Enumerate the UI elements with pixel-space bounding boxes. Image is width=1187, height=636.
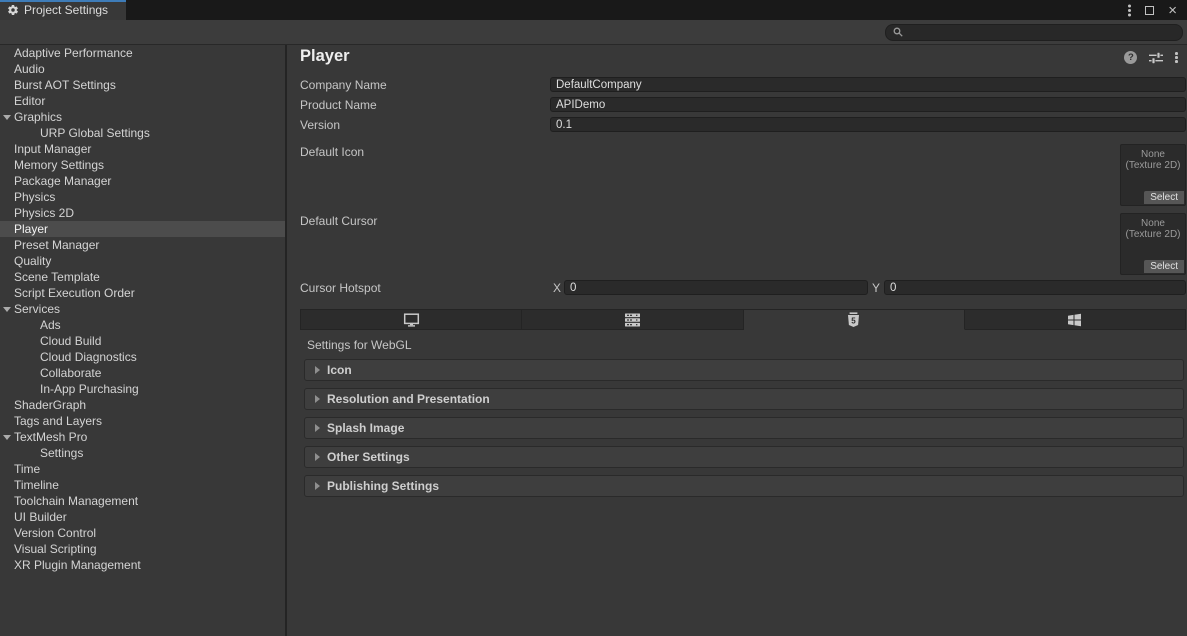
foldout-collapsed-icon [315,482,320,490]
sidebar-item-urp-global-settings[interactable]: URP Global Settings [0,125,285,141]
search-field[interactable] [885,24,1183,41]
window-menu-icon[interactable] [1128,9,1131,12]
html5-webgl-icon: 5 [847,312,860,328]
sidebar-item-cloud-diagnostics[interactable]: Cloud Diagnostics [0,349,285,365]
sidebar-item-quality[interactable]: Quality [0,253,285,269]
sidebar-item-graphics[interactable]: Graphics [0,109,285,125]
window-controls: × [1128,0,1187,20]
platform-tab-bar: 5 [300,309,1186,330]
help-icon[interactable]: ? [1124,51,1137,64]
company-name-label: Company Name [300,78,387,93]
default-cursor-select-button[interactable]: Select [1144,260,1184,273]
sidebar-item-preset-manager[interactable]: Preset Manager [0,237,285,253]
window-tab-project-settings[interactable]: Project Settings [0,0,126,20]
sidebar-item-textmesh-pro[interactable]: TextMesh Pro [0,429,285,445]
sidebar-item-ui-builder[interactable]: UI Builder [0,509,285,525]
desktop-monitor-icon [403,313,420,327]
gear-icon [7,4,19,16]
sidebar-item-xr-plugin-management[interactable]: XR Plugin Management [0,557,285,573]
section-resolution-and-presentation[interactable]: Resolution and Presentation [304,388,1184,410]
product-name-label: Product Name [300,98,377,113]
foldout-collapsed-icon [315,395,320,403]
foldout-expanded-icon[interactable] [3,115,11,120]
sidebar-item-input-manager[interactable]: Input Manager [0,141,285,157]
company-name-input[interactable] [550,77,1186,92]
svg-text:5: 5 [851,316,856,325]
foldout-collapsed-icon [315,366,320,374]
hotspot-x-input[interactable] [564,280,868,295]
default-icon-object-field[interactable]: None (Texture 2D) Select [1120,144,1186,206]
sidebar-item-scene-template[interactable]: Scene Template [0,269,285,285]
toolbar [0,20,1187,45]
default-cursor-label: Default Cursor [300,214,377,229]
sidebar-item-toolchain-management[interactable]: Toolchain Management [0,493,285,509]
search-input[interactable] [907,26,1175,38]
default-cursor-object-field[interactable]: None (Texture 2D) Select [1120,213,1186,275]
version-label: Version [300,118,340,133]
project-settings-window: Project Settings × Adaptive Performance … [0,0,1187,636]
sidebar-item-script-execution-order[interactable]: Script Execution Order [0,285,285,301]
dedicated-server-icon [625,313,640,327]
default-icon-select-button[interactable]: Select [1144,191,1184,204]
sidebar-item-shadergraph[interactable]: ShaderGraph [0,397,285,413]
content-body: Adaptive Performance Audio Burst AOT Set… [0,45,1187,636]
window-tab-title: Project Settings [24,3,108,17]
foldout-expanded-icon[interactable] [3,435,11,440]
section-other-settings[interactable]: Other Settings [304,446,1184,468]
sidebar-item-audio[interactable]: Audio [0,61,285,77]
sidebar-item-cloud-build[interactable]: Cloud Build [0,333,285,349]
section-publishing-settings[interactable]: Publishing Settings [304,475,1184,497]
window-close-icon[interactable]: × [1168,3,1177,18]
windows-logo-icon [1067,313,1082,327]
sidebar-item-tags-and-layers[interactable]: Tags and Layers [0,413,285,429]
titlebar: Project Settings × [0,0,1187,20]
sidebar-item-physics-2d[interactable]: Physics 2D [0,205,285,221]
sidebar-item-in-app-purchasing[interactable]: In-App Purchasing [0,381,285,397]
sidebar-item-physics[interactable]: Physics [0,189,285,205]
platform-tab-windows-store[interactable] [965,309,1186,330]
sidebar-item-burst-aot-settings[interactable]: Burst AOT Settings [0,77,285,93]
platform-tab-dedicated-server[interactable] [522,309,743,330]
more-options-icon[interactable] [1175,56,1178,59]
search-icon [893,27,903,37]
settings-for-platform-label: Settings for WebGL [307,338,412,352]
sidebar-item-memory-settings[interactable]: Memory Settings [0,157,285,173]
platform-tab-standalone[interactable] [300,309,522,330]
hotspot-x-label: X [553,281,561,296]
sidebar-item-package-manager[interactable]: Package Manager [0,173,285,189]
foldout-collapsed-icon [315,453,320,461]
window-maximize-icon[interactable] [1145,6,1154,15]
sidebar-item-visual-scripting[interactable]: Visual Scripting [0,541,285,557]
section-icon[interactable]: Icon [304,359,1184,381]
foldout-collapsed-icon [315,424,320,432]
sidebar-item-collaborate[interactable]: Collaborate [0,365,285,381]
section-splash-image[interactable]: Splash Image [304,417,1184,439]
sidebar-item-ads[interactable]: Ads [0,317,285,333]
hotspot-y-input[interactable] [884,280,1186,295]
foldout-expanded-icon[interactable] [3,307,11,312]
panel-header-icons: ? [1124,51,1178,64]
sidebar-item-timeline[interactable]: Timeline [0,477,285,493]
platform-tab-webgl[interactable]: 5 [744,309,965,330]
version-input[interactable] [550,117,1186,132]
sidebar-item-adaptive-performance[interactable]: Adaptive Performance [0,45,285,61]
presets-icon[interactable] [1149,52,1163,64]
player-settings-panel: Player ? Company Name Product Name Versi… [287,45,1187,636]
sidebar-item-player[interactable]: Player [0,221,285,237]
default-icon-label: Default Icon [300,145,364,160]
hotspot-y-label: Y [872,281,880,296]
sidebar-item-time[interactable]: Time [0,461,285,477]
page-title: Player [300,45,350,67]
product-name-input[interactable] [550,97,1186,112]
sidebar-item-editor[interactable]: Editor [0,93,285,109]
sidebar-item-tmp-settings[interactable]: Settings [0,445,285,461]
cursor-hotspot-label: Cursor Hotspot [300,281,381,296]
sidebar-item-version-control[interactable]: Version Control [0,525,285,541]
settings-category-list: Adaptive Performance Audio Burst AOT Set… [0,45,285,636]
sidebar-item-services[interactable]: Services [0,301,285,317]
